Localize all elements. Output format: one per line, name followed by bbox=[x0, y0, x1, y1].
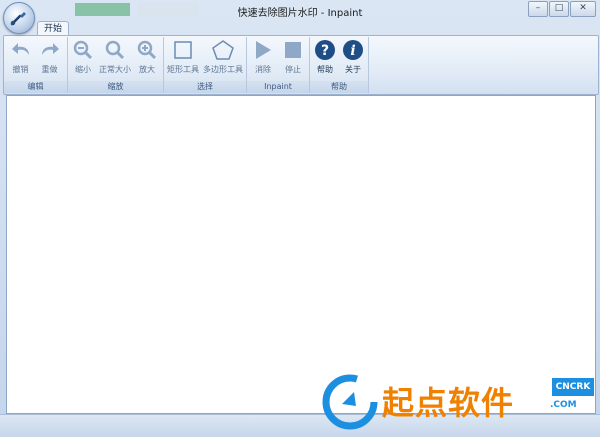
stop-label: 停止 bbox=[285, 65, 301, 74]
zoom-normal-button[interactable]: 正常大小 bbox=[98, 38, 132, 75]
zoom-normal-icon bbox=[105, 40, 125, 60]
image-canvas[interactable] bbox=[6, 95, 596, 414]
ribbon-group-help: ? 帮助 i 关于 帮助 bbox=[310, 37, 369, 93]
zoom-in-label: 放大 bbox=[139, 65, 155, 74]
ribbon-group-inpaint: 消除 停止 Inpaint bbox=[247, 37, 310, 93]
window-controls: – □ ✕ bbox=[528, 1, 596, 17]
app-window: 快速去除图片水印 - Inpaint – □ ✕ 开始 撤销 重做 编辑 缩小 … bbox=[0, 0, 600, 437]
group-label-help: 帮助 bbox=[310, 81, 368, 93]
window-title: 快速去除图片水印 - Inpaint bbox=[237, 8, 363, 19]
zoom-normal-label: 正常大小 bbox=[99, 65, 131, 74]
help-icon: ? bbox=[315, 40, 335, 60]
stop-icon bbox=[285, 42, 301, 58]
zoom-in-button[interactable]: 放大 bbox=[134, 38, 160, 75]
help-button[interactable]: ? 帮助 bbox=[312, 38, 338, 75]
stop-button[interactable]: 停止 bbox=[279, 38, 307, 75]
info-icon: i bbox=[343, 40, 363, 60]
svg-text:?: ? bbox=[321, 43, 329, 59]
tab-start[interactable]: 开始 bbox=[37, 21, 69, 36]
redo-button[interactable]: 重做 bbox=[36, 38, 63, 75]
close-button[interactable]: ✕ bbox=[570, 1, 596, 17]
rectangle-icon bbox=[174, 41, 192, 59]
brush-icon bbox=[10, 12, 26, 26]
redo-label: 重做 bbox=[41, 65, 58, 74]
rectangle-tool-label: 矩形工具 bbox=[167, 65, 199, 74]
polygon-tool-label: 多边形工具 bbox=[203, 65, 243, 74]
minimize-button[interactable]: – bbox=[528, 1, 548, 17]
watermark-en: CNCRK bbox=[552, 378, 594, 396]
erase-button[interactable]: 消除 bbox=[249, 38, 277, 75]
undo-label: 撤销 bbox=[12, 65, 29, 74]
maximize-button[interactable]: □ bbox=[549, 1, 569, 17]
undo-icon bbox=[11, 43, 29, 55]
ribbon-group-edit: 撤销 重做 编辑 bbox=[4, 37, 68, 93]
ribbon-group-zoom: 缩小 正常大小 放大 缩放 bbox=[68, 37, 164, 93]
site-watermark: 起点软件 CNCRK .COM bbox=[322, 372, 596, 432]
about-button[interactable]: i 关于 bbox=[340, 38, 366, 75]
rectangle-tool-button[interactable]: 矩形工具 bbox=[166, 38, 200, 75]
play-icon bbox=[256, 41, 271, 59]
group-label-inpaint: Inpaint bbox=[247, 81, 309, 93]
help-label: 帮助 bbox=[317, 65, 333, 74]
polygon-tool-button[interactable]: 多边形工具 bbox=[202, 38, 244, 75]
ribbon-group-select: 矩形工具 多边形工具 选择 bbox=[164, 37, 247, 93]
about-label: 关于 bbox=[345, 65, 361, 74]
watermark-text: 起点软件 bbox=[382, 384, 515, 422]
group-label-edit: 编辑 bbox=[4, 81, 67, 93]
watermark-com: .COM bbox=[550, 400, 577, 410]
group-label-select: 选择 bbox=[164, 81, 246, 93]
swirl-logo-icon bbox=[322, 374, 378, 430]
zoom-out-icon bbox=[73, 40, 93, 60]
undo-button[interactable]: 撤销 bbox=[7, 38, 34, 75]
polygon-icon bbox=[212, 40, 234, 60]
title-bar: 快速去除图片水印 - Inpaint – □ ✕ bbox=[0, 0, 600, 22]
zoom-in-icon bbox=[137, 40, 157, 60]
svg-text:i: i bbox=[350, 43, 355, 59]
group-label-zoom: 缩放 bbox=[68, 81, 163, 93]
zoom-out-button[interactable]: 缩小 bbox=[70, 38, 96, 75]
zoom-out-label: 缩小 bbox=[75, 65, 91, 74]
erase-label: 消除 bbox=[255, 65, 271, 74]
ribbon-tab-bar: 开始 bbox=[0, 20, 600, 36]
app-menu-button[interactable] bbox=[3, 2, 35, 34]
ribbon: 撤销 重做 编辑 缩小 正常大小 放大 缩放 矩形工具 多边形工具 选择 消除 … bbox=[3, 35, 599, 95]
redo-icon bbox=[41, 43, 59, 55]
